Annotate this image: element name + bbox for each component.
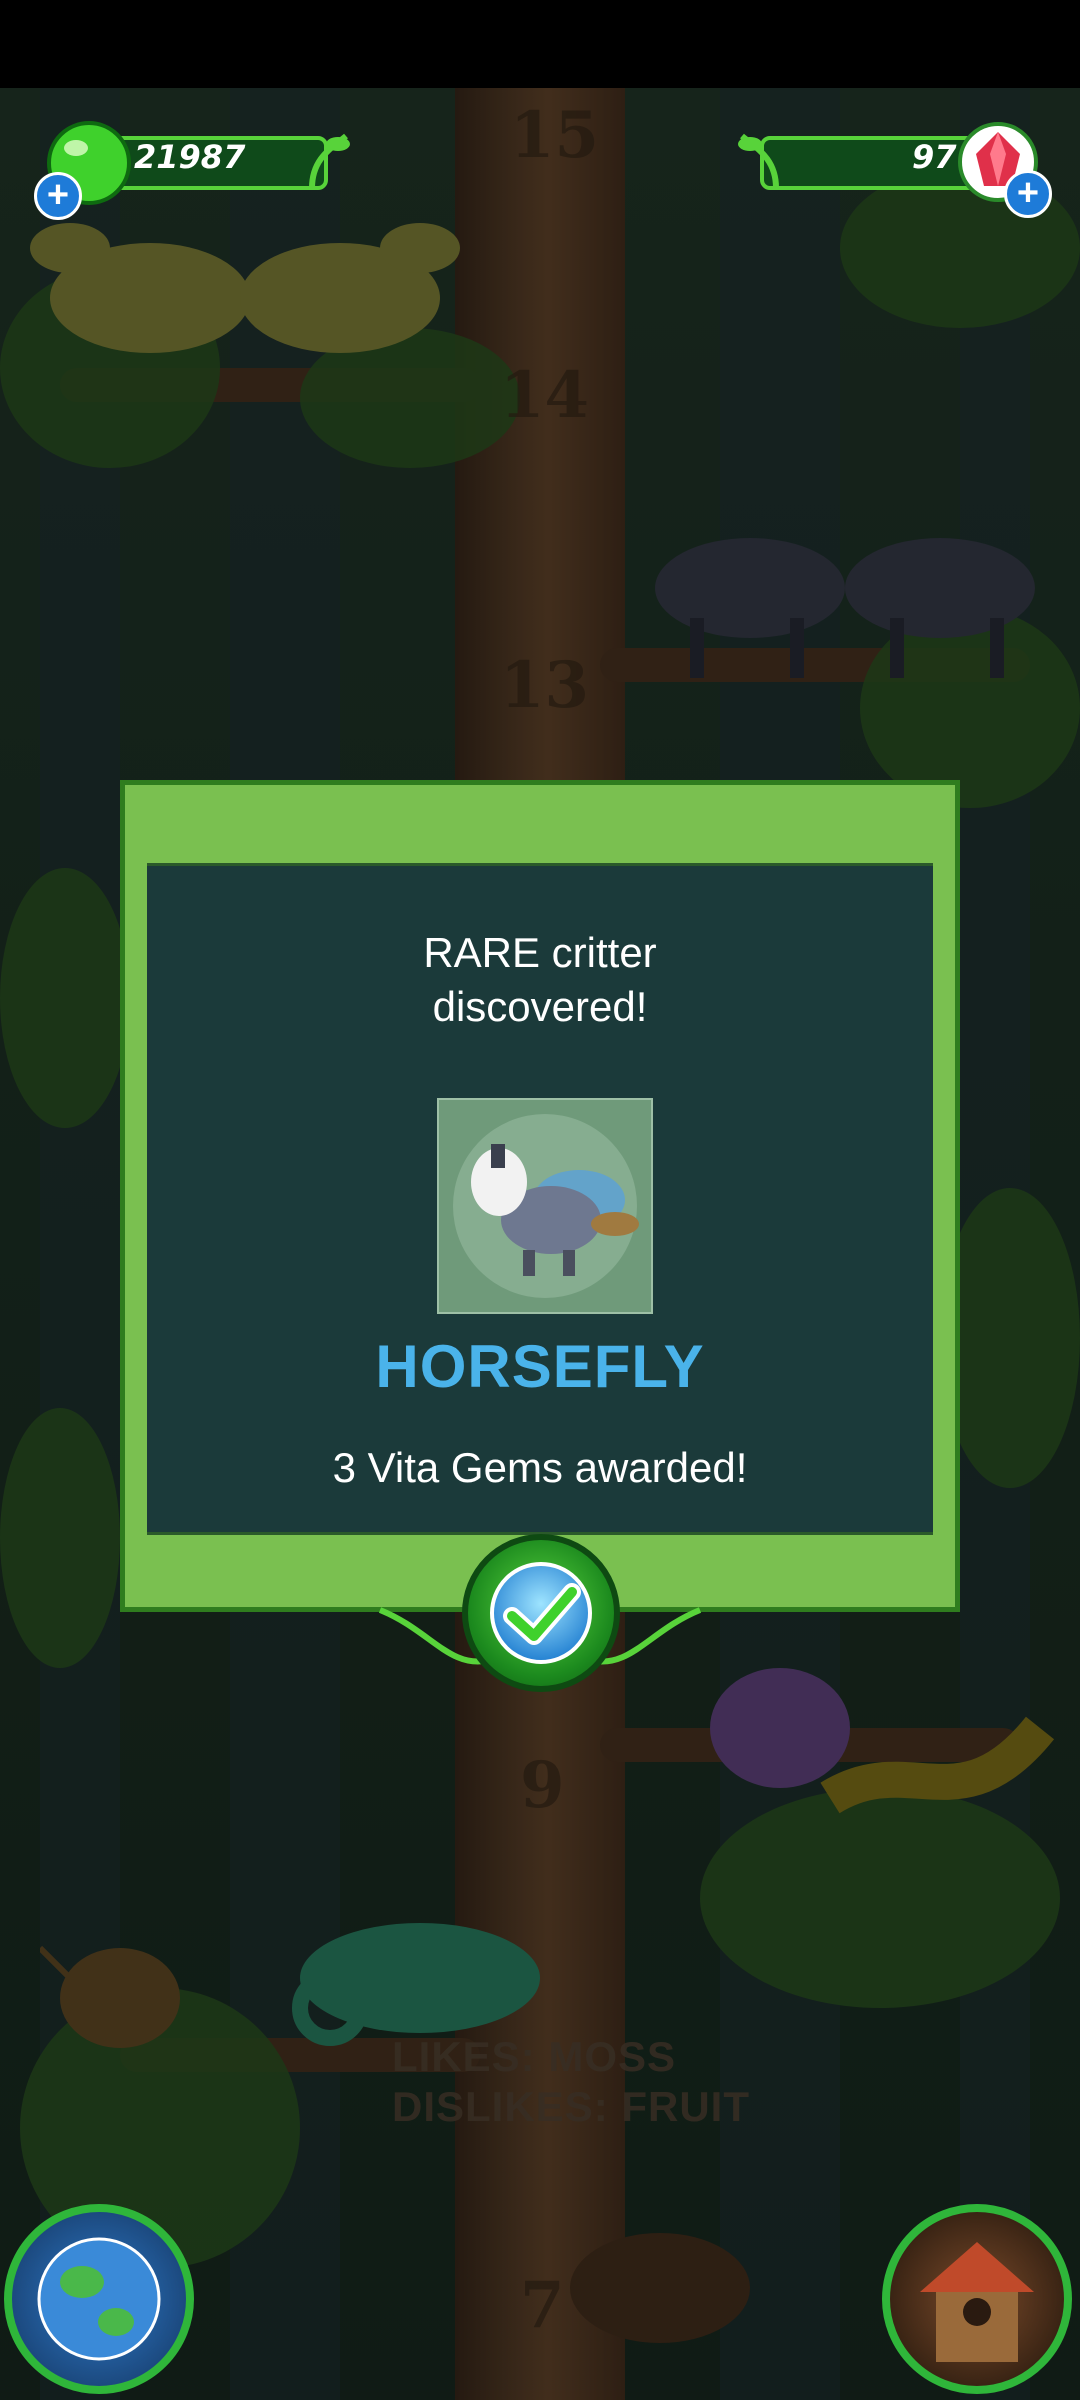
sprout-icon — [309, 133, 350, 189]
dialog-title: RARE critter discovered! — [147, 926, 933, 1034]
plus-icon: + — [1016, 172, 1040, 214]
critter-name: HORSEFLY — [375, 1333, 705, 1400]
add-vita-button[interactable]: + — [34, 172, 82, 220]
dialog-panel: RARE critter discovered! HORSEFLY 3 Vita… — [147, 863, 933, 1535]
home-button[interactable] — [882, 2204, 1072, 2394]
vita-count: 21987 — [134, 138, 246, 176]
sprout-icon — [738, 133, 779, 189]
world-map-button[interactable] — [4, 2204, 194, 2394]
globe-icon — [37, 2237, 161, 2361]
critter-discovered-dialog: RARE critter discovered! HORSEFLY 3 Vita… — [120, 780, 960, 1612]
gem-count: 97 — [912, 138, 957, 176]
status-bar — [0, 0, 1080, 88]
confirm-button[interactable] — [462, 1534, 620, 1692]
award-text: 3 Vita Gems awarded! — [332, 1444, 748, 1491]
title-line: discovered! — [432, 983, 648, 1030]
horsefly-image — [453, 1114, 639, 1298]
checkmark-icon — [503, 1583, 581, 1645]
critter-portrait — [437, 1098, 653, 1314]
confirm-button-face — [490, 1562, 592, 1664]
plus-icon: + — [46, 174, 70, 216]
house-icon — [920, 2242, 1034, 2362]
title-line: RARE critter — [423, 929, 657, 976]
add-gems-button[interactable]: + — [1004, 170, 1052, 218]
